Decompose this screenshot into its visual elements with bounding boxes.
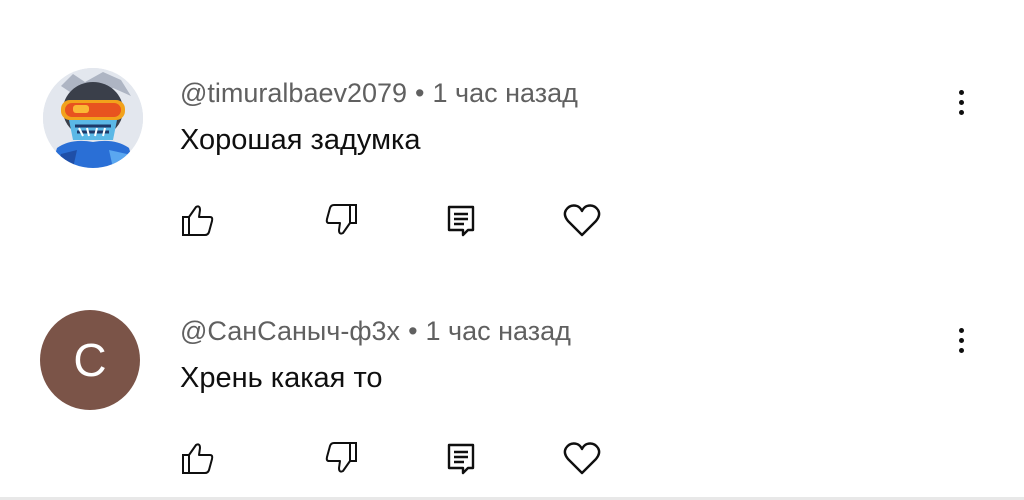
heart-icon — [563, 204, 601, 237]
comment-item: @timuralbaev2079 • 1 час назад Хорошая зад… — [0, 0, 1024, 240]
skier-avatar-icon — [43, 68, 143, 168]
reply-button[interactable] — [439, 198, 483, 242]
heart-icon — [563, 442, 601, 475]
comment-item: С @СанСаныч-ф3х • 1 час назад Хрень какая … — [0, 240, 1024, 480]
avatar[interactable]: С — [40, 310, 140, 410]
separator-dot: • — [415, 78, 425, 108]
thumbs-up-icon — [182, 205, 214, 236]
thumbs-up-icon — [182, 443, 214, 474]
comment-header: @СанСаныч-ф3х • 1 час назад — [180, 316, 571, 347]
author-name[interactable]: @СанСаныч-ф3х — [180, 316, 400, 346]
heart-button[interactable] — [560, 198, 604, 242]
comment-actions — [0, 436, 700, 482]
author-name[interactable]: @timuralbaev2079 — [180, 78, 407, 108]
avatar-letter: С — [73, 334, 107, 386]
avatar[interactable] — [43, 68, 143, 168]
reply-icon — [447, 443, 475, 475]
more-vertical-icon[interactable] — [945, 320, 977, 360]
thumbs-down-icon — [325, 442, 357, 473]
separator-dot: • — [408, 316, 418, 346]
comment-text: Хорошая задумка — [180, 124, 421, 156]
comment-time: 1 час назад — [432, 78, 578, 108]
comment-time: 1 час назад — [425, 316, 571, 346]
dislike-button[interactable] — [319, 436, 363, 480]
heart-button[interactable] — [560, 436, 604, 480]
comment-header: @timuralbaev2079 • 1 час назад — [180, 78, 578, 109]
comment-actions — [0, 198, 700, 244]
like-button[interactable] — [176, 198, 220, 242]
thumbs-down-icon — [325, 204, 357, 235]
like-button[interactable] — [176, 436, 220, 480]
comment-text: Хрень какая то — [180, 362, 383, 394]
reply-icon — [447, 205, 475, 237]
more-vertical-icon[interactable] — [945, 82, 977, 122]
reply-button[interactable] — [439, 436, 483, 480]
dislike-button[interactable] — [319, 198, 363, 242]
